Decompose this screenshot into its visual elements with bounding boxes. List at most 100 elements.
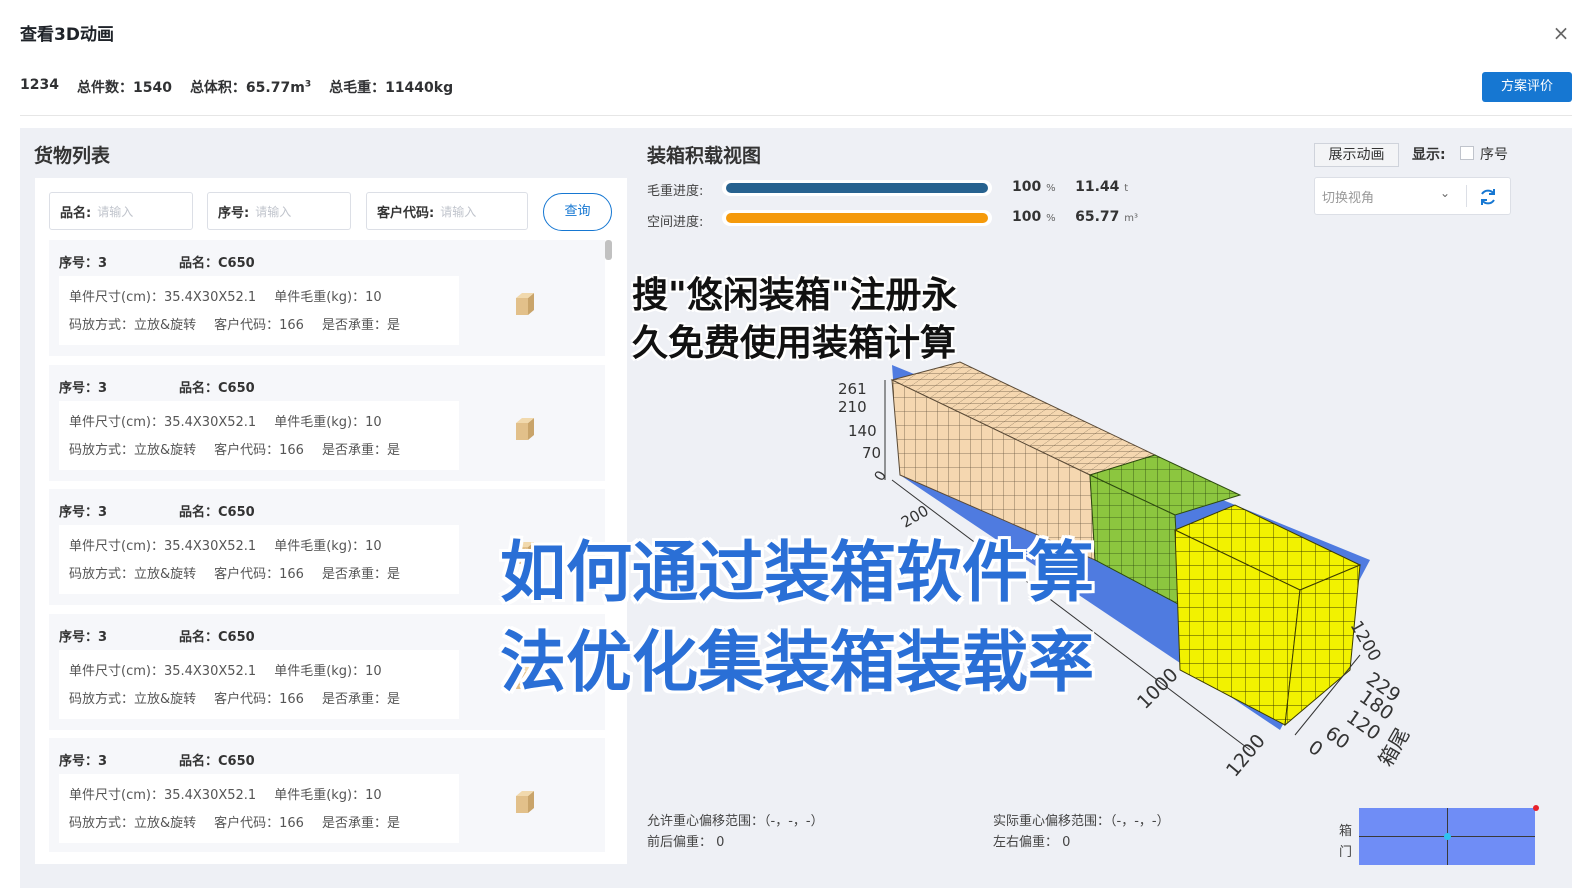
list-scrollbar[interactable] — [605, 240, 612, 260]
weight-progress-fill — [726, 183, 988, 193]
item-header: 序号：3 品名：C650 — [59, 750, 255, 769]
left-right-offset: 左右偏重： 0 — [993, 835, 1071, 850]
plan-code: 1234 — [20, 77, 59, 93]
item-customer-code: 客户代码：166 — [214, 567, 304, 582]
item-seq: 序号：3 — [59, 754, 108, 769]
item-customer-code: 客户代码：166 — [214, 816, 304, 831]
item-size: 单件尺寸(cm)：35.4X30X52.1 — [69, 290, 257, 305]
item-weight: 单件毛重(kg)：10 — [274, 539, 382, 554]
item-bearing: 是否承重：是 — [321, 816, 400, 831]
item-weight: 单件毛重(kg)：10 — [274, 788, 382, 803]
item-header: 序号：3 品名：C650 — [59, 377, 255, 396]
item-bearing: 是否承重：是 — [321, 318, 400, 333]
item-details: 单件尺寸(cm)：35.4X30X52.1 单件毛重(kg)：10 码放方式：立放&… — [59, 400, 459, 470]
item-size: 单件尺寸(cm)：35.4X30X52.1 — [69, 414, 257, 430]
query-button[interactable]: 查询 — [543, 193, 612, 231]
item-size: 单件尺寸(cm)：35.4X30X52.1 — [69, 539, 257, 554]
item-details: 单件尺寸(cm)：35.4X30X52.1 单件毛重(kg)：10 码放方式：立放&… — [59, 649, 459, 719]
door-label: 门 — [1339, 845, 1353, 860]
weight-progress-value: 100 % 11.44 t — [1012, 179, 1129, 195]
item-bearing: 是否承重：是 — [321, 691, 400, 707]
item-details: 单件尺寸(cm)：35.4X30X52.1 单件毛重(kg)：10 码放方式：立放&… — [59, 276, 459, 345]
item-details: 单件尺寸(cm)：35.4X30X52.1 单件毛重(kg)：10 码放方式：立放&… — [59, 525, 459, 594]
length-tick: 1000 — [1133, 664, 1183, 714]
item-name: 品名：C650 — [179, 256, 255, 271]
view-angle-value: 切换视角 — [1322, 191, 1375, 206]
seq-checkbox[interactable] — [1460, 146, 1474, 160]
space-progress-value: 100 % 65.77 m³ — [1012, 209, 1139, 225]
item-seq: 序号：3 — [59, 256, 108, 271]
item-stack-mode: 码放方式：立放&旋转 — [69, 691, 197, 707]
total-weight: 总毛重：11440kg — [329, 80, 454, 96]
item-customer-code: 客户代码：166 — [214, 691, 304, 707]
item-header: 序号：3 品名：C650 — [59, 501, 255, 520]
name-filter-input[interactable]: 品名: 请输入 — [49, 192, 193, 230]
item-size: 单件尺寸(cm)：35.4X30X52.1 — [69, 663, 257, 679]
display-label: 显示: — [1412, 147, 1446, 163]
modal-title: 查看3D动画 — [20, 25, 114, 45]
promo-overlay-large: 如何通过装箱软件算 法优化集装箱装载率 — [500, 534, 1094, 701]
item-weight: 单件毛重(kg)：10 — [274, 290, 382, 305]
item-stack-mode: 码放方式：立放&旋转 — [69, 567, 197, 582]
weight-progress-label: 毛重进度: — [647, 184, 704, 199]
item-name: 品名：C650 — [179, 505, 255, 520]
item-details: 单件尺寸(cm)：35.4X30X52.1 单件毛重(kg)：10 码放方式：立放&… — [59, 774, 459, 843]
height-tick: 140 — [848, 422, 877, 440]
cog-minimap — [1359, 808, 1535, 865]
cargo-list-item[interactable]: 序号：3 品名：C650 单件尺寸(cm)：35.4X30X52.1 单件毛重(kg)… — [49, 364, 605, 481]
actual-cog-range: 实际重心偏移范围：（-，-，-） — [993, 814, 1170, 829]
chevron-down-icon[interactable]: ⌄ — [1440, 186, 1450, 200]
seq-filter-input[interactable]: 序号: 请输入 — [207, 192, 351, 230]
evaluate-plan-button[interactable]: 方案评价 — [1482, 72, 1572, 102]
cog-marker — [1533, 805, 1539, 811]
loading-view-title: 装箱积载视图 — [647, 145, 762, 167]
door-label: 箱 — [1339, 824, 1353, 839]
height-tick: 0 — [872, 468, 890, 484]
item-seq: 序号：3 — [59, 505, 108, 520]
item-name: 品名：C650 — [179, 380, 255, 396]
close-icon[interactable]: × — [1550, 22, 1572, 44]
show-animation-button[interactable]: 展示动画 — [1314, 143, 1399, 167]
height-tick: 261 — [838, 380, 867, 398]
seq-checkbox-label: 序号 — [1480, 147, 1508, 163]
space-progress-fill — [726, 213, 988, 223]
summary-bar: 1234 总件数：1540 总体积：65.77m3 总毛重：11440kg — [20, 77, 453, 97]
customer-code-filter-input[interactable]: 客户代码: 请输入 — [366, 192, 528, 230]
item-bearing: 是否承重：是 — [321, 567, 400, 582]
item-header: 序号：3 品名：C650 — [59, 252, 255, 271]
height-tick: 70 — [862, 444, 881, 462]
height-tick: 210 — [838, 398, 867, 416]
item-size: 单件尺寸(cm)：35.4X30X52.1 — [69, 788, 257, 803]
total-volume: 总体积：65.77m3 — [189, 79, 312, 96]
refresh-icon[interactable] — [1477, 186, 1499, 208]
item-name: 品名：C650 — [179, 754, 255, 769]
space-progress-label: 空间进度: — [647, 215, 704, 230]
box-icon — [516, 417, 534, 440]
item-stack-mode: 码放方式：立放&旋转 — [69, 816, 197, 831]
item-customer-code: 客户代码：166 — [214, 318, 304, 333]
modal-3d-animation: 查看3D动画 × 1234 总件数：1540 总体积：65.77m3 总毛重：1… — [0, 0, 1585, 894]
cargo-list-item[interactable]: 序号：3 品名：C650 单件尺寸(cm)：35.4X30X52.1 单件毛重(kg)… — [49, 240, 605, 356]
item-name: 品名：C650 — [179, 629, 255, 645]
front-back-offset: 前后偏重： 0 — [647, 835, 725, 850]
cargo-list-item[interactable]: 序号：3 品名：C650 单件尺寸(cm)：35.4X30X52.1 单件毛重(kg)… — [49, 738, 605, 852]
item-weight: 单件毛重(kg)：10 — [274, 663, 382, 679]
select-divider — [1466, 185, 1467, 207]
item-weight: 单件毛重(kg)：10 — [274, 414, 382, 430]
total-pieces: 总件数：1540 — [76, 80, 172, 96]
promo-overlay-small: 搜"悠闲装箱"注册永 久免费使用装箱计算 — [632, 275, 958, 364]
item-bearing: 是否承重：是 — [321, 442, 400, 458]
item-customer-code: 客户代码：166 — [214, 442, 304, 458]
item-header: 序号：3 品名：C650 — [59, 626, 255, 645]
space-progress-bar — [722, 210, 992, 226]
header-divider — [20, 115, 1572, 116]
item-seq: 序号：3 — [59, 380, 108, 396]
allowed-cog-range: 允许重心偏移范围：（-，-，-） — [647, 814, 824, 829]
item-stack-mode: 码放方式：立放&旋转 — [69, 442, 197, 458]
item-stack-mode: 码放方式：立放&旋转 — [69, 318, 197, 333]
box-icon — [516, 791, 534, 813]
right-tick: 0 — [1304, 736, 1327, 761]
cargo-list-title: 货物列表 — [34, 145, 111, 167]
box-icon — [516, 293, 534, 315]
item-seq: 序号：3 — [59, 629, 108, 645]
